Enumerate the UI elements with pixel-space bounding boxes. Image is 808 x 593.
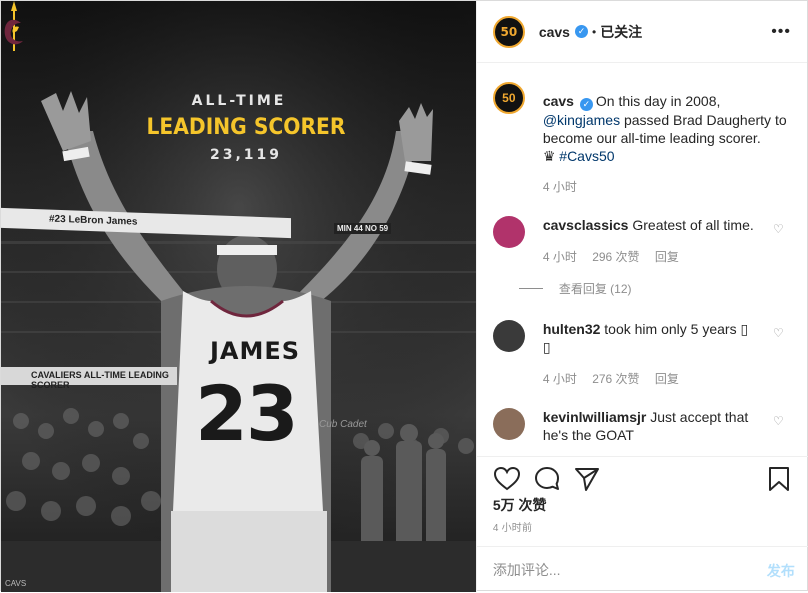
mention-link[interactable]: @kingjames [543,112,620,128]
avatar[interactable]: 50 [492,15,525,48]
view-replies-label[interactable]: 查看回复 (12) [559,280,632,297]
avatar[interactable] [492,408,525,440]
comment-like-icon[interactable]: ♡ [773,222,785,236]
avatar[interactable] [492,216,525,248]
comment-username[interactable]: kevinlwilliamsjr [543,409,647,425]
comment-time[interactable]: 4 小时 [543,250,577,264]
avatar-text: 50 [500,24,518,39]
arena-scoreboard: MIN 44 NO 59 [334,223,392,234]
verified-badge-icon: ✓ [579,97,593,111]
separator-dot: • [591,24,597,39]
comment-likes[interactable]: 296 次赞 [592,250,639,264]
header-username[interactable]: cavs [539,24,570,40]
avatar-text: 50 [502,91,516,105]
avatar[interactable]: 50 [492,82,525,114]
reply-button[interactable]: 回复 [655,372,679,386]
emoji-placeholder-icon: ▯ [740,321,749,337]
paper-plane-icon[interactable] [573,465,601,493]
heart-outline-icon[interactable] [493,465,521,493]
emoji-placeholder-icon: ▯ [542,339,551,355]
arena-banner-bottom: CAVALIERS ALL-TIME LEADING SCORER [1,367,177,390]
hashtag-link[interactable]: #Cavs50 [559,148,614,164]
jersey-name: JAMES [210,337,301,365]
comment-text: cavsclassics Greatest of all time. [543,216,783,234]
comment-bubble-icon[interactable] [533,465,561,493]
comment-meta: 4 小时 296 次赞 回复 [543,248,691,265]
caption-text-1: On this day in 2008, [595,93,721,109]
verified-badge-icon: ✓ [574,25,588,38]
comment-username[interactable]: hulten32 [543,321,601,337]
post-comment-button[interactable]: 发布 [767,561,795,581]
reply-button[interactable]: 回复 [655,250,679,264]
more-options-icon[interactable]: ••• [771,23,791,41]
caption-text: cavs ✓ On this day in 2008, @kingjames pa… [543,92,793,165]
post-timestamp[interactable]: 4 小时前 [493,519,532,534]
comment-meta: 4 小时 276 次赞 回复 [543,370,691,387]
jersey-number: 23 [195,369,299,458]
comment-composer: 发布 [476,546,808,593]
bookmark-icon[interactable] [765,465,793,493]
view-replies[interactable]: 查看回复 (12) [518,280,632,297]
comment-like-icon[interactable]: ♡ [773,414,785,428]
post-image[interactable]: ALL-TIME LEADING SCORER 23,119 #23 LeBro… [1,1,476,592]
action-icons [493,465,793,495]
comment-username[interactable]: cavsclassics [543,217,629,233]
comment-body: took him only 5 years [604,321,737,337]
comment-time[interactable]: 4 小时 [543,372,577,386]
instagram-post: ALL-TIME LEADING SCORER 23,119 #23 LeBro… [0,0,808,593]
post-side-panel: 50 cavs ✓ • 已关注 ••• 50 cavs ✓ On this day… [475,1,808,593]
poster-kicker: ALL-TIME [191,93,287,109]
caption-time[interactable]: 4 小时 [543,180,577,194]
cavs-logo-icon [4,1,23,51]
caption-username[interactable]: cavs [543,93,574,109]
comment-text: hulten32 took him only 5 years ▯ ▯ [543,320,753,356]
replies-divider [518,288,543,289]
likes-count[interactable]: 5万 次赞 [493,495,547,515]
comment-like-icon[interactable]: ♡ [773,326,785,340]
poster-points: 23,119 [209,147,283,163]
post-header: 50 cavs ✓ • 已关注 ••• [476,1,807,63]
poster-artwork [1,1,476,592]
comment-text: kevinlwilliamsjr Just accept that he's t… [543,408,753,444]
court-ad: Cub Cadet [319,419,367,430]
comments-list: 50 cavs ✓ On this day in 2008, @kingjames… [477,64,808,456]
poster-title: LEADING SCORER [146,115,346,140]
comment-body: Greatest of all time. [632,217,754,233]
image-watermark: CAVS [5,579,27,588]
comment-likes[interactable]: 276 次赞 [592,372,639,386]
avatar[interactable] [492,320,525,352]
add-comment-input[interactable] [492,559,733,581]
following-button[interactable]: 已关注 [600,22,642,42]
crown-emoji-icon: ♛ [542,147,556,164]
post-actions: 5万 次赞 4 小时前 发布 [476,456,808,593]
caption-meta: 4 小时 [543,178,589,195]
